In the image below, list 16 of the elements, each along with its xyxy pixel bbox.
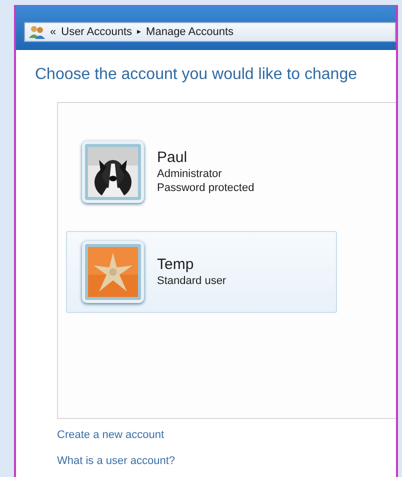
account-tile[interactable]: Temp Standard user (66, 231, 337, 313)
users-icon (29, 25, 45, 39)
breadcrumb-separator[interactable]: ▸ (137, 26, 142, 38)
help-link[interactable]: What is a user account? (57, 452, 176, 469)
page-heading: Choose the account you would like to change (35, 65, 358, 85)
address-bar[interactable]: « User Accounts ▸ Manage Accounts (24, 22, 396, 42)
help-link[interactable]: Create a new account (57, 427, 164, 444)
account-tile[interactable]: Paul Administrator Password protected (66, 131, 337, 213)
account-name: Temp (157, 256, 195, 274)
overflow-chevron[interactable]: « (50, 24, 56, 40)
account-detail: Password protected (157, 181, 254, 195)
account-name: Paul (157, 149, 188, 167)
breadcrumb-item[interactable]: User Accounts (61, 24, 132, 40)
account-detail: Administrator (157, 167, 223, 181)
breadcrumb-item[interactable]: Manage Accounts (146, 24, 234, 40)
account-detail: Standard user (157, 274, 226, 288)
